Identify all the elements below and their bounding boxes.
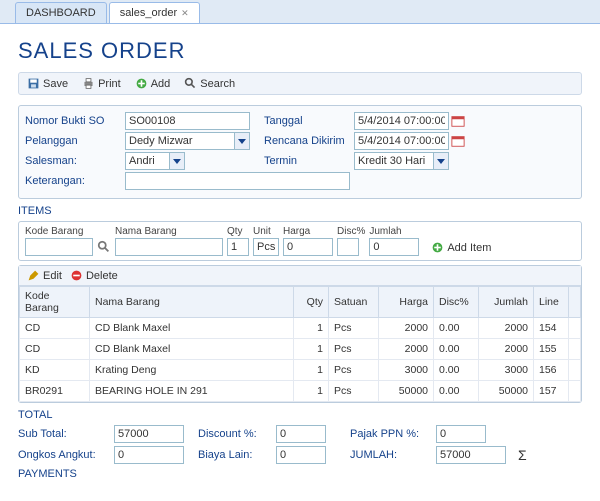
label-subtotal: Sub Total: bbox=[18, 428, 108, 440]
salesman-input[interactable] bbox=[125, 152, 170, 170]
label-discount: Discount %: bbox=[198, 428, 270, 440]
col-satuan[interactable]: Satuan bbox=[329, 287, 379, 318]
plus-icon bbox=[135, 77, 148, 90]
section-payments: PAYMENTS bbox=[18, 468, 582, 480]
header-form: Nomor Bukti SO Tanggal Pelanggan Rencana… bbox=[18, 105, 582, 199]
salesman-dropdown[interactable] bbox=[170, 152, 185, 170]
nama-input[interactable] bbox=[115, 238, 223, 256]
sigma-icon[interactable]: Σ bbox=[518, 447, 527, 463]
subtotal-input[interactable] bbox=[114, 425, 184, 443]
chevron-down-icon bbox=[437, 159, 445, 164]
label-qty: Qty bbox=[227, 226, 249, 237]
label-tanggal: Tanggal bbox=[264, 115, 354, 127]
pelanggan-dropdown[interactable] bbox=[235, 132, 250, 150]
col-harga[interactable]: Harga bbox=[379, 287, 434, 318]
label-harga: Harga bbox=[283, 226, 333, 237]
unit-input[interactable] bbox=[253, 238, 279, 256]
items-grid: Edit Delete Kode Barang Nama Barang Qty … bbox=[18, 265, 582, 403]
label-ppn: Pajak PPN %: bbox=[350, 428, 430, 440]
label-termin: Termin bbox=[264, 155, 354, 167]
qty-input[interactable] bbox=[227, 238, 249, 256]
label-nama: Nama Barang bbox=[115, 226, 223, 237]
rencana-input[interactable] bbox=[354, 132, 449, 150]
add-item-button[interactable]: Add Item bbox=[431, 241, 491, 254]
col-nama[interactable]: Nama Barang bbox=[90, 287, 294, 318]
print-button[interactable]: Print bbox=[76, 75, 127, 92]
label-rencana: Rencana Dikirim bbox=[264, 135, 354, 147]
biaya-input[interactable] bbox=[276, 446, 326, 464]
label-ongkos: Ongkos Angkut: bbox=[18, 449, 108, 461]
print-icon bbox=[82, 77, 95, 90]
search-icon bbox=[184, 77, 197, 90]
page-title: SALES ORDER bbox=[18, 38, 582, 64]
edit-button[interactable]: Edit bbox=[27, 269, 62, 282]
save-button[interactable]: Save bbox=[21, 75, 74, 92]
disc-input[interactable] bbox=[337, 238, 359, 256]
jumlah-total-input[interactable] bbox=[436, 446, 506, 464]
section-items: ITEMS bbox=[18, 205, 582, 217]
ppn-input[interactable] bbox=[436, 425, 486, 443]
delete-button[interactable]: Delete bbox=[70, 269, 118, 282]
minus-icon bbox=[70, 269, 83, 282]
label-pelanggan: Pelanggan bbox=[25, 135, 125, 147]
col-disc[interactable]: Disc% bbox=[434, 287, 479, 318]
col-qty[interactable]: Qty bbox=[294, 287, 329, 318]
chevron-down-icon bbox=[173, 159, 181, 164]
label-biaya: Biaya Lain: bbox=[198, 449, 270, 461]
termin-input[interactable] bbox=[354, 152, 434, 170]
chevron-down-icon bbox=[238, 139, 246, 144]
harga-input[interactable] bbox=[283, 238, 333, 256]
table-row[interactable]: KDKrating Deng1Pcs30000.003000156 bbox=[20, 360, 581, 381]
table-row[interactable]: CDCD Blank Maxel1Pcs20000.002000155 bbox=[20, 339, 581, 360]
add-button[interactable]: Add bbox=[129, 75, 177, 92]
pencil-icon bbox=[27, 269, 40, 282]
label-jumlah: Jumlah bbox=[369, 226, 419, 237]
tanggal-input[interactable] bbox=[354, 112, 449, 130]
search-button[interactable]: Search bbox=[178, 75, 241, 92]
label-kode: Kode Barang bbox=[25, 226, 93, 237]
save-icon bbox=[27, 77, 40, 90]
table-row[interactable]: BR0291BEARING HOLE IN 2911Pcs500000.0050… bbox=[20, 381, 581, 402]
label-salesman: Salesman: bbox=[25, 155, 125, 167]
lookup-icon[interactable] bbox=[97, 240, 111, 254]
plus-icon bbox=[431, 241, 444, 254]
col-jumlah[interactable]: Jumlah bbox=[479, 287, 534, 318]
label-disc: Disc% bbox=[337, 226, 365, 237]
keterangan-input[interactable] bbox=[125, 172, 350, 190]
calendar-icon[interactable] bbox=[451, 114, 465, 128]
toolbar: Save Print Add Search bbox=[18, 72, 582, 95]
kode-input[interactable] bbox=[25, 238, 93, 256]
col-spacer bbox=[569, 287, 581, 318]
table-row[interactable]: CDCD Blank Maxel1Pcs20000.002000154 bbox=[20, 318, 581, 339]
tab-dashboard[interactable]: DASHBOARD bbox=[15, 2, 107, 23]
close-icon[interactable]: ✕ bbox=[181, 8, 189, 19]
col-line[interactable]: Line bbox=[534, 287, 569, 318]
termin-dropdown[interactable] bbox=[434, 152, 449, 170]
pelanggan-input[interactable] bbox=[125, 132, 235, 150]
section-total: TOTAL bbox=[18, 409, 582, 421]
ongkos-input[interactable] bbox=[114, 446, 184, 464]
jumlah-input[interactable] bbox=[369, 238, 419, 256]
tab-sales-order[interactable]: sales_order✕ bbox=[109, 2, 200, 23]
label-jumlah-total: JUMLAH: bbox=[350, 449, 430, 461]
items-table: Kode Barang Nama Barang Qty Satuan Harga… bbox=[19, 286, 581, 402]
calendar-icon[interactable] bbox=[451, 134, 465, 148]
col-kode[interactable]: Kode Barang bbox=[20, 287, 90, 318]
label-keterangan: Keterangan: bbox=[25, 175, 125, 187]
tab-bar: DASHBOARD sales_order✕ bbox=[0, 0, 600, 24]
label-unit: Unit bbox=[253, 226, 279, 237]
discount-input[interactable] bbox=[276, 425, 326, 443]
label-nomor-bukti: Nomor Bukti SO bbox=[25, 115, 125, 127]
items-filter: Kode Barang Nama Barang Qty Unit Harga D… bbox=[18, 221, 582, 261]
nomor-bukti-input[interactable] bbox=[125, 112, 250, 130]
